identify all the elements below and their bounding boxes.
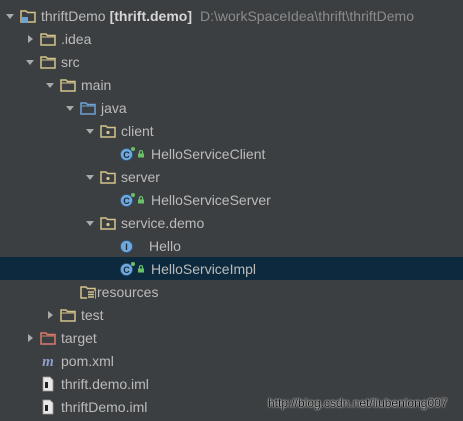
tree-row-main[interactable]: main bbox=[0, 73, 463, 96]
tree-row-helloserviceimpl[interactable]: HelloServiceImpl bbox=[0, 257, 463, 280]
tree-row-hello[interactable]: Hello bbox=[0, 234, 463, 257]
tree-row-java[interactable]: java bbox=[0, 96, 463, 119]
tree-item-label: pom.xml bbox=[61, 352, 114, 369]
source-folder-icon bbox=[80, 100, 96, 116]
tree-row-thrift-demo-iml[interactable]: thrift.demo.iml bbox=[0, 372, 463, 395]
tree-row-src[interactable]: src bbox=[0, 50, 463, 73]
chevron-right-icon[interactable] bbox=[44, 309, 56, 321]
lock-icon bbox=[137, 196, 145, 204]
tree-item-label: thrift.demo.iml bbox=[61, 375, 149, 392]
java-class-icon bbox=[120, 261, 136, 277]
tree-item-label: HelloServiceServer bbox=[151, 191, 271, 208]
chevron-down-icon[interactable] bbox=[64, 102, 76, 114]
tree-row-idea[interactable]: .idea bbox=[0, 27, 463, 50]
tree-row-pom[interactable]: pom.xml bbox=[0, 349, 463, 372]
excluded-folder-icon bbox=[40, 330, 56, 346]
chevron-down-icon[interactable] bbox=[84, 125, 96, 137]
tree-item-label: HelloServiceImpl bbox=[151, 260, 257, 277]
iml-file-icon bbox=[40, 376, 56, 392]
java-class-icon bbox=[120, 238, 136, 254]
tree-item-label: server bbox=[121, 168, 160, 185]
maven-icon bbox=[40, 353, 56, 369]
tree-row-resources[interactable]: resources bbox=[0, 280, 463, 303]
folder-icon bbox=[60, 307, 76, 323]
tree-row-service-demo[interactable]: service.demo bbox=[0, 211, 463, 234]
tree-row-project-root[interactable]: thriftDemo [thrift.demo] D:\workSpaceIde… bbox=[0, 4, 463, 27]
tree-item-label: thriftDemo.iml bbox=[61, 398, 148, 415]
lock-icon bbox=[137, 150, 145, 158]
project-folder-icon bbox=[20, 8, 36, 24]
java-class-icon bbox=[120, 146, 136, 162]
project-path: D:\workSpaceIdea\thrift\thriftDemo bbox=[200, 7, 414, 24]
tree-item-label: test bbox=[81, 306, 104, 323]
project-name: thriftDemo bbox=[41, 7, 106, 24]
tree-item-label: src bbox=[61, 53, 80, 70]
tree-item-label: .idea bbox=[61, 30, 92, 47]
tree-item-label: HelloServiceClient bbox=[151, 145, 266, 162]
tree-row-target[interactable]: target bbox=[0, 326, 463, 349]
chevron-right-icon[interactable] bbox=[24, 33, 36, 45]
chevron-down-icon[interactable] bbox=[84, 217, 96, 229]
project-tree: thriftDemo [thrift.demo] D:\workSpaceIde… bbox=[0, 0, 463, 421]
watermark: http://blog.csdn.net/liubenlong007 bbox=[268, 396, 448, 410]
package-folder-icon bbox=[100, 215, 116, 231]
resources-folder-icon bbox=[80, 284, 96, 300]
folder-icon bbox=[40, 54, 56, 70]
package-folder-icon bbox=[100, 123, 116, 139]
tree-item-label: Hello bbox=[149, 237, 181, 254]
package-folder-icon bbox=[100, 169, 116, 185]
module-name: [thrift.demo] bbox=[109, 7, 193, 24]
tree-row-server[interactable]: server bbox=[0, 165, 463, 188]
tree-row-helloserviceclient[interactable]: HelloServiceClient bbox=[0, 142, 463, 165]
chevron-down-icon[interactable] bbox=[44, 79, 56, 91]
java-class-icon bbox=[120, 192, 136, 208]
folder-icon bbox=[60, 77, 76, 93]
tree-item-label: client bbox=[121, 122, 154, 139]
folder-icon bbox=[40, 31, 56, 47]
tree-row-client[interactable]: client bbox=[0, 119, 463, 142]
tree-item-label: main bbox=[81, 76, 112, 93]
tree-item-label: java bbox=[101, 99, 127, 116]
iml-file-icon bbox=[40, 399, 56, 415]
tree-item-label: resources bbox=[97, 283, 159, 300]
tree-row-test[interactable]: test bbox=[0, 303, 463, 326]
chevron-down-icon[interactable] bbox=[84, 171, 96, 183]
chevron-down-icon[interactable] bbox=[4, 10, 16, 22]
chevron-down-icon[interactable] bbox=[24, 56, 36, 68]
tree-item-label: target bbox=[61, 329, 97, 346]
tree-item-label: service.demo bbox=[121, 214, 205, 231]
chevron-right-icon[interactable] bbox=[24, 332, 36, 344]
tree-row-helloserviceserver[interactable]: HelloServiceServer bbox=[0, 188, 463, 211]
lock-icon bbox=[137, 265, 145, 273]
